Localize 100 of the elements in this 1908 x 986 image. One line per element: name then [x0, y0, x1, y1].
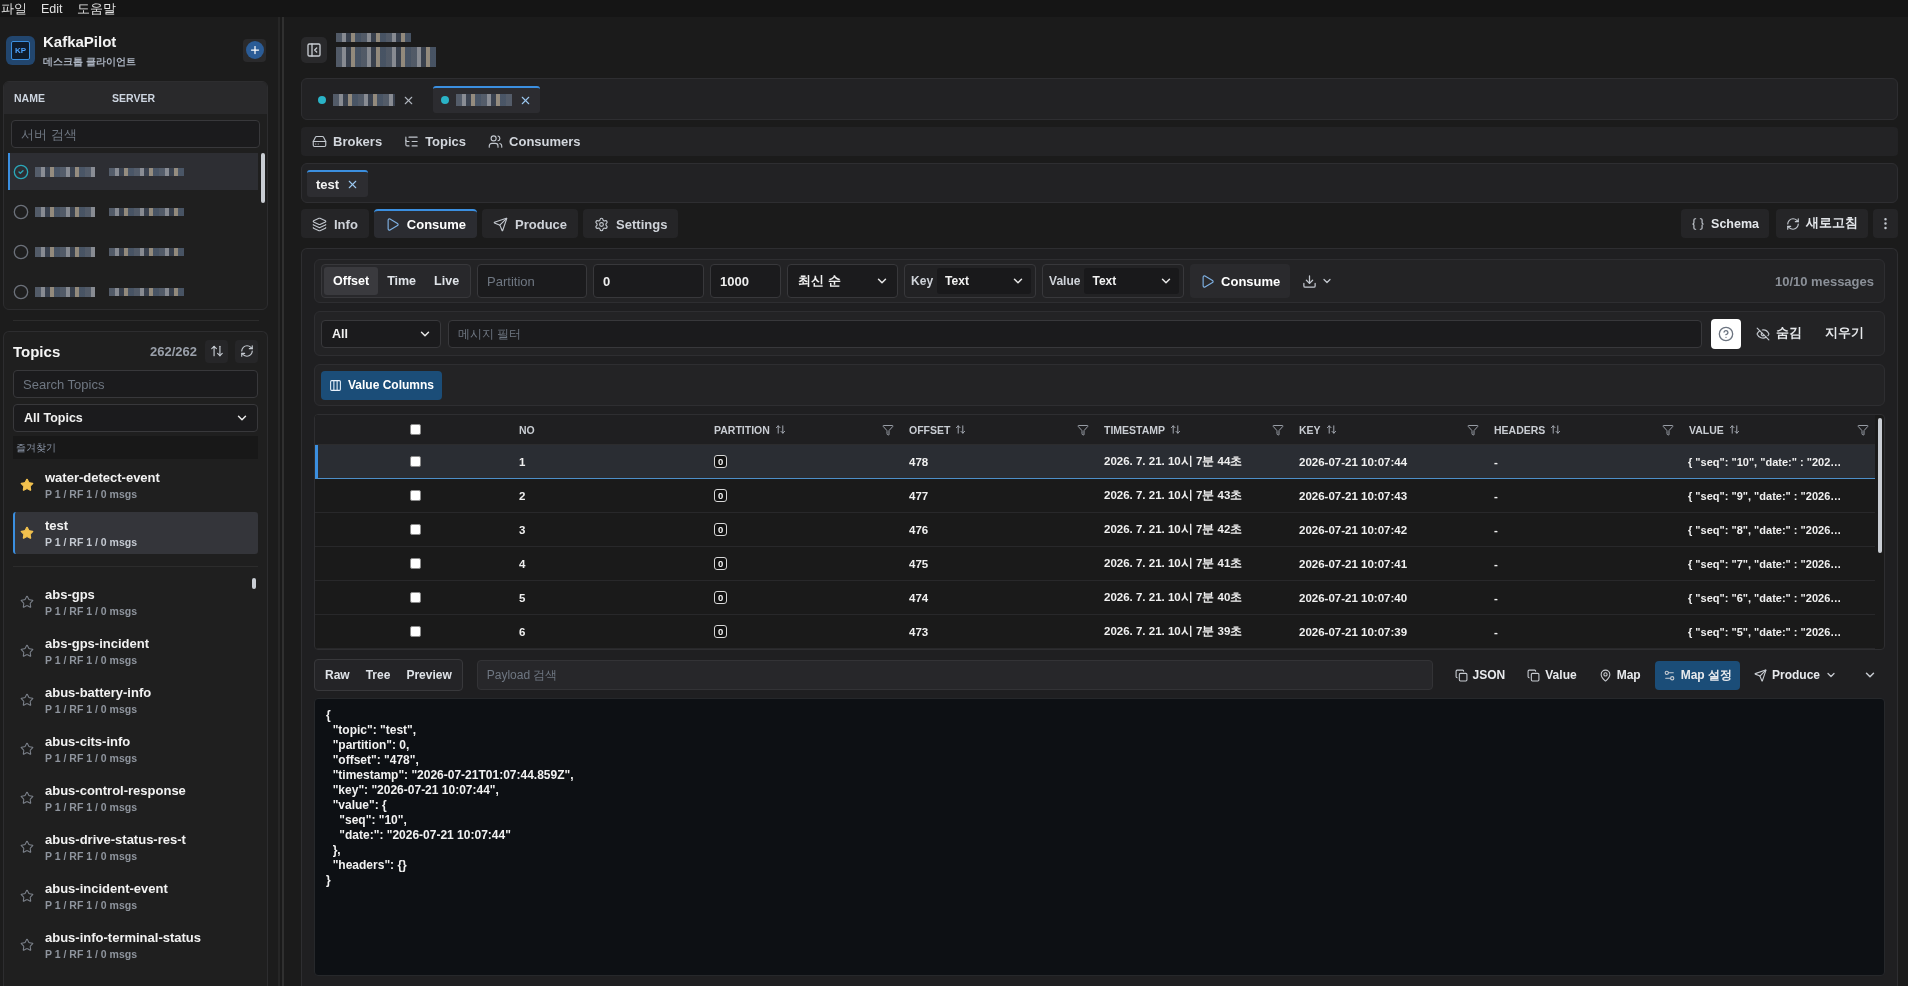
server-row[interactable]	[8, 153, 258, 190]
refresh-button[interactable]	[235, 339, 258, 363]
row-checkbox[interactable]	[410, 524, 421, 535]
column-header[interactable]: NO	[519, 423, 535, 436]
topic-item[interactable]: abus-battery-info P 1 / RF 1 / 0 msgs	[13, 675, 249, 724]
download-icon	[1302, 273, 1318, 289]
table-row[interactable]: 1 0 478 2026. 7. 21. 10시 7분 44초 2026-07-21 10:07:44 - { "seq": "10", "date:" : "202…	[315, 445, 1875, 479]
topic-tab[interactable]: test	[307, 169, 369, 197]
topic-item[interactable]: abus-cits-info P 1 / RF 1 / 0 msgs	[13, 724, 249, 773]
topic-view-tab[interactable]: Info	[301, 209, 369, 238]
list-tree-icon	[404, 134, 420, 149]
topic-item[interactable]: abs-gps-incident P 1 / RF 1 / 0 msgs	[13, 626, 249, 675]
row-checkbox[interactable]	[410, 490, 421, 501]
value-format-select[interactable]: Text	[1084, 268, 1180, 294]
column-header[interactable]: VALUE	[1689, 423, 1724, 436]
scrollbar-thumb[interactable]	[1877, 418, 1882, 553]
nav-tab[interactable]: Consumers	[479, 127, 590, 156]
column-header[interactable]: PARTITION	[714, 423, 770, 436]
topic-name: water-detect-event	[45, 470, 160, 485]
limit-field[interactable]: 1000	[710, 264, 782, 298]
sort-select[interactable]: 최신 순	[787, 264, 899, 298]
hide-button[interactable]: 숨김	[1748, 318, 1810, 349]
topic-meta: P 1 / RF 1 / 0 msgs	[45, 800, 138, 813]
topic-view-tab[interactable]: Consume	[373, 209, 478, 238]
column-header[interactable]: OFFSET	[909, 423, 951, 436]
table-cell: 478	[909, 455, 929, 468]
table-cell: 6	[519, 625, 526, 638]
column-header[interactable]: TIMESTAMP	[1104, 423, 1166, 436]
message-filter-field[interactable]: 메시지 필터	[448, 319, 1702, 348]
favorites-label: 즐겨찾기	[13, 436, 258, 459]
payload-action-button[interactable]: Map	[1590, 660, 1649, 690]
column-header[interactable]: KEY	[1299, 423, 1321, 436]
clear-button[interactable]: 지우기	[1817, 318, 1872, 349]
scrollbar-thumb[interactable]	[251, 578, 256, 589]
view-tab[interactable]: Raw	[317, 662, 358, 688]
mode-tab[interactable]: Live	[425, 267, 469, 295]
payload-action-button[interactable]: Produce	[1746, 660, 1845, 690]
add-server-button[interactable]	[243, 38, 266, 62]
toolbar-button[interactable]: 새로고침	[1776, 209, 1868, 238]
filter-icon	[1077, 423, 1089, 436]
toolbar-button[interactable]: Schema	[1681, 209, 1769, 238]
table-row[interactable]: 5 0 474 2026. 7. 21. 10시 7분 40초 2026-07-21 10:07:40 - { "seq": "6", "date:" : "2026…	[315, 581, 1875, 615]
menu-item[interactable]: 도움말	[76, 0, 116, 17]
topic-meta: P 1 / RF 1 / 0 msgs	[45, 488, 138, 500]
payload-action-button[interactable]: Value	[1519, 660, 1585, 690]
row-checkbox[interactable]	[410, 558, 421, 569]
table-row[interactable]: 6 0 473 2026. 7. 21. 10시 7분 39초 2026-07-21 10:07:39 - { "seq": "5", "date:" : "2026…	[315, 615, 1875, 649]
offset-field[interactable]: 0	[593, 264, 705, 298]
topic-item[interactable]: abus-incident-event P 1 / RF 1 / 0 msgs	[13, 871, 249, 920]
mode-tab[interactable]: Time	[378, 267, 426, 295]
topic-item[interactable]: abus-drive-status-res-t P 1 / RF 1 / 0 msgs	[13, 822, 249, 871]
table-cell: 476	[909, 523, 929, 536]
payload-search-field[interactable]: Payload 검색	[476, 660, 1433, 690]
topic-view-tab[interactable]: Produce	[482, 209, 579, 238]
select-all-checkbox[interactable]	[410, 424, 421, 435]
filter-scope-select[interactable]: All	[321, 319, 441, 348]
collapse-sidebar-button[interactable]	[301, 37, 327, 63]
sort-button[interactable]	[205, 339, 228, 363]
topic-item[interactable]: abus-info-terminal-status P 1 / RF 1 / 0 msgs	[13, 920, 249, 969]
sort-icon	[774, 424, 786, 435]
server-search-field[interactable]: 서버 검색	[11, 120, 260, 148]
sort-icon	[1550, 424, 1562, 435]
topic-view-tab[interactable]: Settings	[583, 209, 679, 238]
payload-action-button[interactable]: JSON	[1446, 660, 1514, 690]
check-circle-icon	[13, 163, 29, 180]
table-row[interactable]: 3 0 476 2026. 7. 21. 10시 7분 42초 2026-07-21 10:07:42 - { "seq": "8", "date:" : "2026…	[315, 513, 1875, 547]
table-row[interactable]: 2 0 477 2026. 7. 21. 10시 7분 43초 2026-07-21 10:07:43 - { "seq": "9", "date:" : "2026…	[315, 479, 1875, 513]
panel-left-icon	[306, 42, 322, 58]
topics-title: Topics	[13, 342, 61, 360]
table-cell: 2026-07-21 10:07:39	[1299, 625, 1408, 638]
row-checkbox[interactable]	[410, 456, 421, 467]
help-icon	[1718, 325, 1734, 342]
consume-button[interactable]: Consume	[1190, 264, 1291, 298]
topic-item[interactable]: test P 1 / RF 1 / 0 msgs	[13, 512, 258, 554]
key-format-select[interactable]: Text	[937, 268, 1032, 294]
partition-field[interactable]: Partition	[477, 264, 588, 298]
view-tab[interactable]: Tree	[357, 662, 399, 688]
nav-tab[interactable]: Brokers	[303, 127, 392, 156]
more-button[interactable]	[1873, 209, 1898, 238]
scrollbar-thumb[interactable]	[260, 153, 265, 203]
menu-item[interactable]: 파일	[1, 0, 27, 17]
connection-tab[interactable]	[433, 85, 540, 113]
table-row[interactable]: 4 0 475 2026. 7. 21. 10시 7분 41초 2026-07-21 10:07:41 - { "seq": "7", "date:" : "2026…	[315, 547, 1875, 581]
topic-item[interactable]: water-detect-event P 1 / RF 1 / 0 msgs	[13, 464, 258, 506]
payload-action-button[interactable]: Map 설정	[1654, 660, 1740, 690]
table-cell: 2026. 7. 21. 10시 7분 44초	[1104, 454, 1243, 469]
row-checkbox[interactable]	[410, 592, 421, 603]
row-checkbox[interactable]	[410, 626, 421, 637]
nav-tab[interactable]: Topics	[395, 127, 476, 156]
menu-item[interactable]: Edit	[41, 0, 63, 17]
view-tab[interactable]: Preview	[398, 662, 460, 688]
mode-tab[interactable]: Offset	[324, 267, 379, 295]
help-button[interactable]	[1711, 318, 1741, 349]
topic-filter-select[interactable]: All Topics	[13, 404, 258, 432]
topic-item[interactable]: abus-control-response P 1 / RF 1 / 0 msgs	[13, 773, 249, 822]
topic-item[interactable]: abs-gps P 1 / RF 1 / 0 msgs	[13, 577, 249, 626]
play-icon	[384, 217, 400, 232]
value-columns-button[interactable]: Value Columns	[321, 370, 443, 400]
column-header[interactable]: HEADERS	[1494, 423, 1546, 436]
topic-search-field[interactable]: Search Topics	[13, 370, 258, 398]
